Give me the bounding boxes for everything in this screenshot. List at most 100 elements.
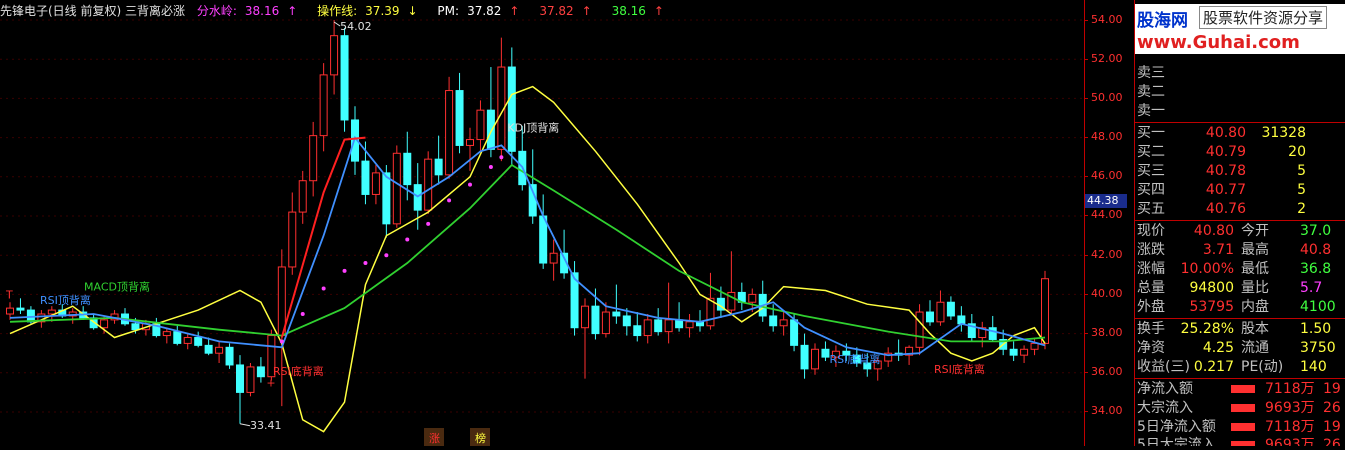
candle-body bbox=[215, 346, 224, 354]
fund-row: 净资 4.25 流通 3750 bbox=[1137, 340, 1336, 356]
axis-tick: 40.00 bbox=[1084, 287, 1123, 300]
price-axis: 54.00 52.00 50.00 48.00 46.00 44.00 42.0… bbox=[1084, 0, 1135, 446]
signal-dot bbox=[426, 221, 431, 226]
kline-svg[interactable]: 54.02 33.41 RSI顶背离MACD顶背离 KDJ顶背离 RSI底背离 RSI底背… bbox=[0, 0, 1084, 446]
candle-body bbox=[1020, 348, 1029, 356]
sell-row[interactable]: 卖二 bbox=[1135, 83, 1345, 102]
quote-row: 涨幅 10.00% 最低 36.8 bbox=[1137, 261, 1332, 277]
bang-label: 榜 bbox=[475, 431, 486, 445]
candle-body bbox=[779, 319, 788, 327]
candle-body bbox=[256, 366, 265, 378]
candle-body bbox=[183, 337, 192, 344]
pm-indicator: PM: 37.82 ↑ bbox=[437, 4, 520, 18]
flow-bar bbox=[1231, 441, 1255, 446]
candle-body bbox=[173, 331, 182, 344]
buy-row[interactable]: 买五 40.76 2 bbox=[1135, 200, 1345, 219]
signal-dot bbox=[342, 268, 347, 273]
candle-body bbox=[466, 139, 474, 146]
candle-body bbox=[162, 331, 171, 337]
divider bbox=[1135, 318, 1345, 319]
signal-dot bbox=[300, 312, 305, 316]
candle-body bbox=[204, 344, 213, 354]
candle-body bbox=[392, 152, 401, 225]
buy-row[interactable]: 买四 40.77 5 bbox=[1135, 181, 1345, 200]
candle-body bbox=[1030, 342, 1039, 350]
candle-body bbox=[936, 301, 945, 323]
candle-body bbox=[800, 344, 809, 370]
axis-tick: 48.00 bbox=[1084, 130, 1123, 143]
flow-row: 5日净流入额 7118万 19 bbox=[1137, 419, 1341, 435]
candle-body bbox=[946, 301, 955, 317]
candle-body bbox=[539, 215, 548, 264]
sell-row[interactable]: 卖三 bbox=[1135, 64, 1345, 83]
candle-body bbox=[277, 266, 286, 337]
candle-body bbox=[246, 366, 255, 393]
rsi-bottom-label: RSI底背离 bbox=[934, 362, 985, 376]
buy-row[interactable]: 买三 40.78 5 bbox=[1135, 162, 1345, 181]
bottom-marker: + bbox=[266, 377, 275, 390]
signal-dot bbox=[279, 339, 284, 344]
candle-body bbox=[486, 109, 495, 150]
sell-row[interactable]: 卖一 bbox=[1135, 102, 1345, 121]
rsi-bottom-label: RSI底背离 bbox=[273, 364, 324, 378]
candle-body bbox=[194, 337, 203, 346]
candle-body bbox=[455, 90, 464, 146]
brand-logo: 股海网 股票软件资源分享 www.Guhai.com bbox=[1135, 4, 1345, 54]
candle-body bbox=[685, 321, 694, 329]
candle-body bbox=[319, 74, 328, 137]
value1-indicator: 37.82 ↑ bbox=[539, 4, 592, 18]
candle-body bbox=[654, 319, 663, 333]
candle-body bbox=[236, 364, 244, 393]
fsl-indicator: 分水岭: 38.16 ↑ bbox=[196, 4, 298, 18]
rsi-bottom-label: RSI底背离 bbox=[829, 352, 880, 366]
candle-body bbox=[549, 252, 558, 264]
candle-body bbox=[790, 319, 799, 346]
brand-url: www.Guhai.com bbox=[1137, 32, 1300, 53]
flow-bar bbox=[1231, 385, 1255, 393]
candle-body bbox=[988, 327, 997, 340]
candle-body bbox=[612, 311, 621, 317]
candle-body bbox=[298, 180, 307, 213]
candle-body bbox=[507, 66, 516, 152]
axis-tick: 34.00 bbox=[1084, 404, 1123, 417]
value2-indicator: 38.16 ↑ bbox=[611, 4, 664, 18]
candle-body bbox=[382, 172, 391, 225]
candle-body bbox=[434, 158, 443, 176]
divider bbox=[1135, 378, 1345, 379]
rsi-top-label: RSI顶背离 bbox=[40, 293, 91, 307]
candle-body bbox=[6, 307, 14, 315]
brand-name: 股海网 bbox=[1137, 11, 1188, 31]
axis-tick: 38.00 bbox=[1084, 326, 1123, 339]
buy-row[interactable]: 买一 40.80 31328 bbox=[1135, 124, 1345, 143]
flow-row: 净流入额 7118万 19 bbox=[1137, 381, 1341, 397]
candle-body bbox=[926, 311, 934, 323]
signal-dot bbox=[468, 182, 472, 187]
low-label: 33.41 bbox=[250, 419, 282, 432]
current-price-marker: 44.38 bbox=[1085, 194, 1127, 208]
signal-dot bbox=[363, 261, 368, 266]
candle-body bbox=[1009, 348, 1018, 356]
signal-dot bbox=[499, 155, 504, 160]
candle-body bbox=[476, 109, 485, 141]
candle-body bbox=[361, 160, 370, 195]
axis-tick: 50.00 bbox=[1084, 91, 1123, 104]
candle-body bbox=[675, 319, 684, 329]
candle-body bbox=[581, 305, 589, 329]
quote-row: 外盘 53795 内盘 4100 bbox=[1137, 299, 1336, 315]
candle-body bbox=[601, 311, 610, 335]
candle-body bbox=[622, 315, 631, 327]
flow-row: 5日大宗流入 9693万 26 bbox=[1135, 436, 1345, 446]
signal-dot bbox=[488, 165, 493, 169]
fund-row: 收益(三) 0.217 PE(动) 140 bbox=[1137, 359, 1327, 375]
quote-row: 总量 94800 量比 5.7 bbox=[1137, 280, 1323, 296]
candle-body bbox=[371, 172, 380, 195]
candle-body bbox=[100, 319, 109, 329]
signal-dot bbox=[405, 237, 410, 242]
low-pointer bbox=[239, 423, 251, 427]
zhang-label: 涨 bbox=[429, 432, 440, 445]
buy-row[interactable]: 买二 40.79 20 bbox=[1135, 143, 1345, 162]
signal-dot bbox=[321, 286, 326, 291]
candle-body bbox=[225, 346, 234, 366]
axis-tick: 46.00 bbox=[1084, 169, 1123, 182]
kline-chart[interactable]: 54.02 33.41 RSI顶背离 MACD顶背离 KDJ顶背离 RSI底背离 RSI底背… bbox=[0, 0, 1084, 446]
